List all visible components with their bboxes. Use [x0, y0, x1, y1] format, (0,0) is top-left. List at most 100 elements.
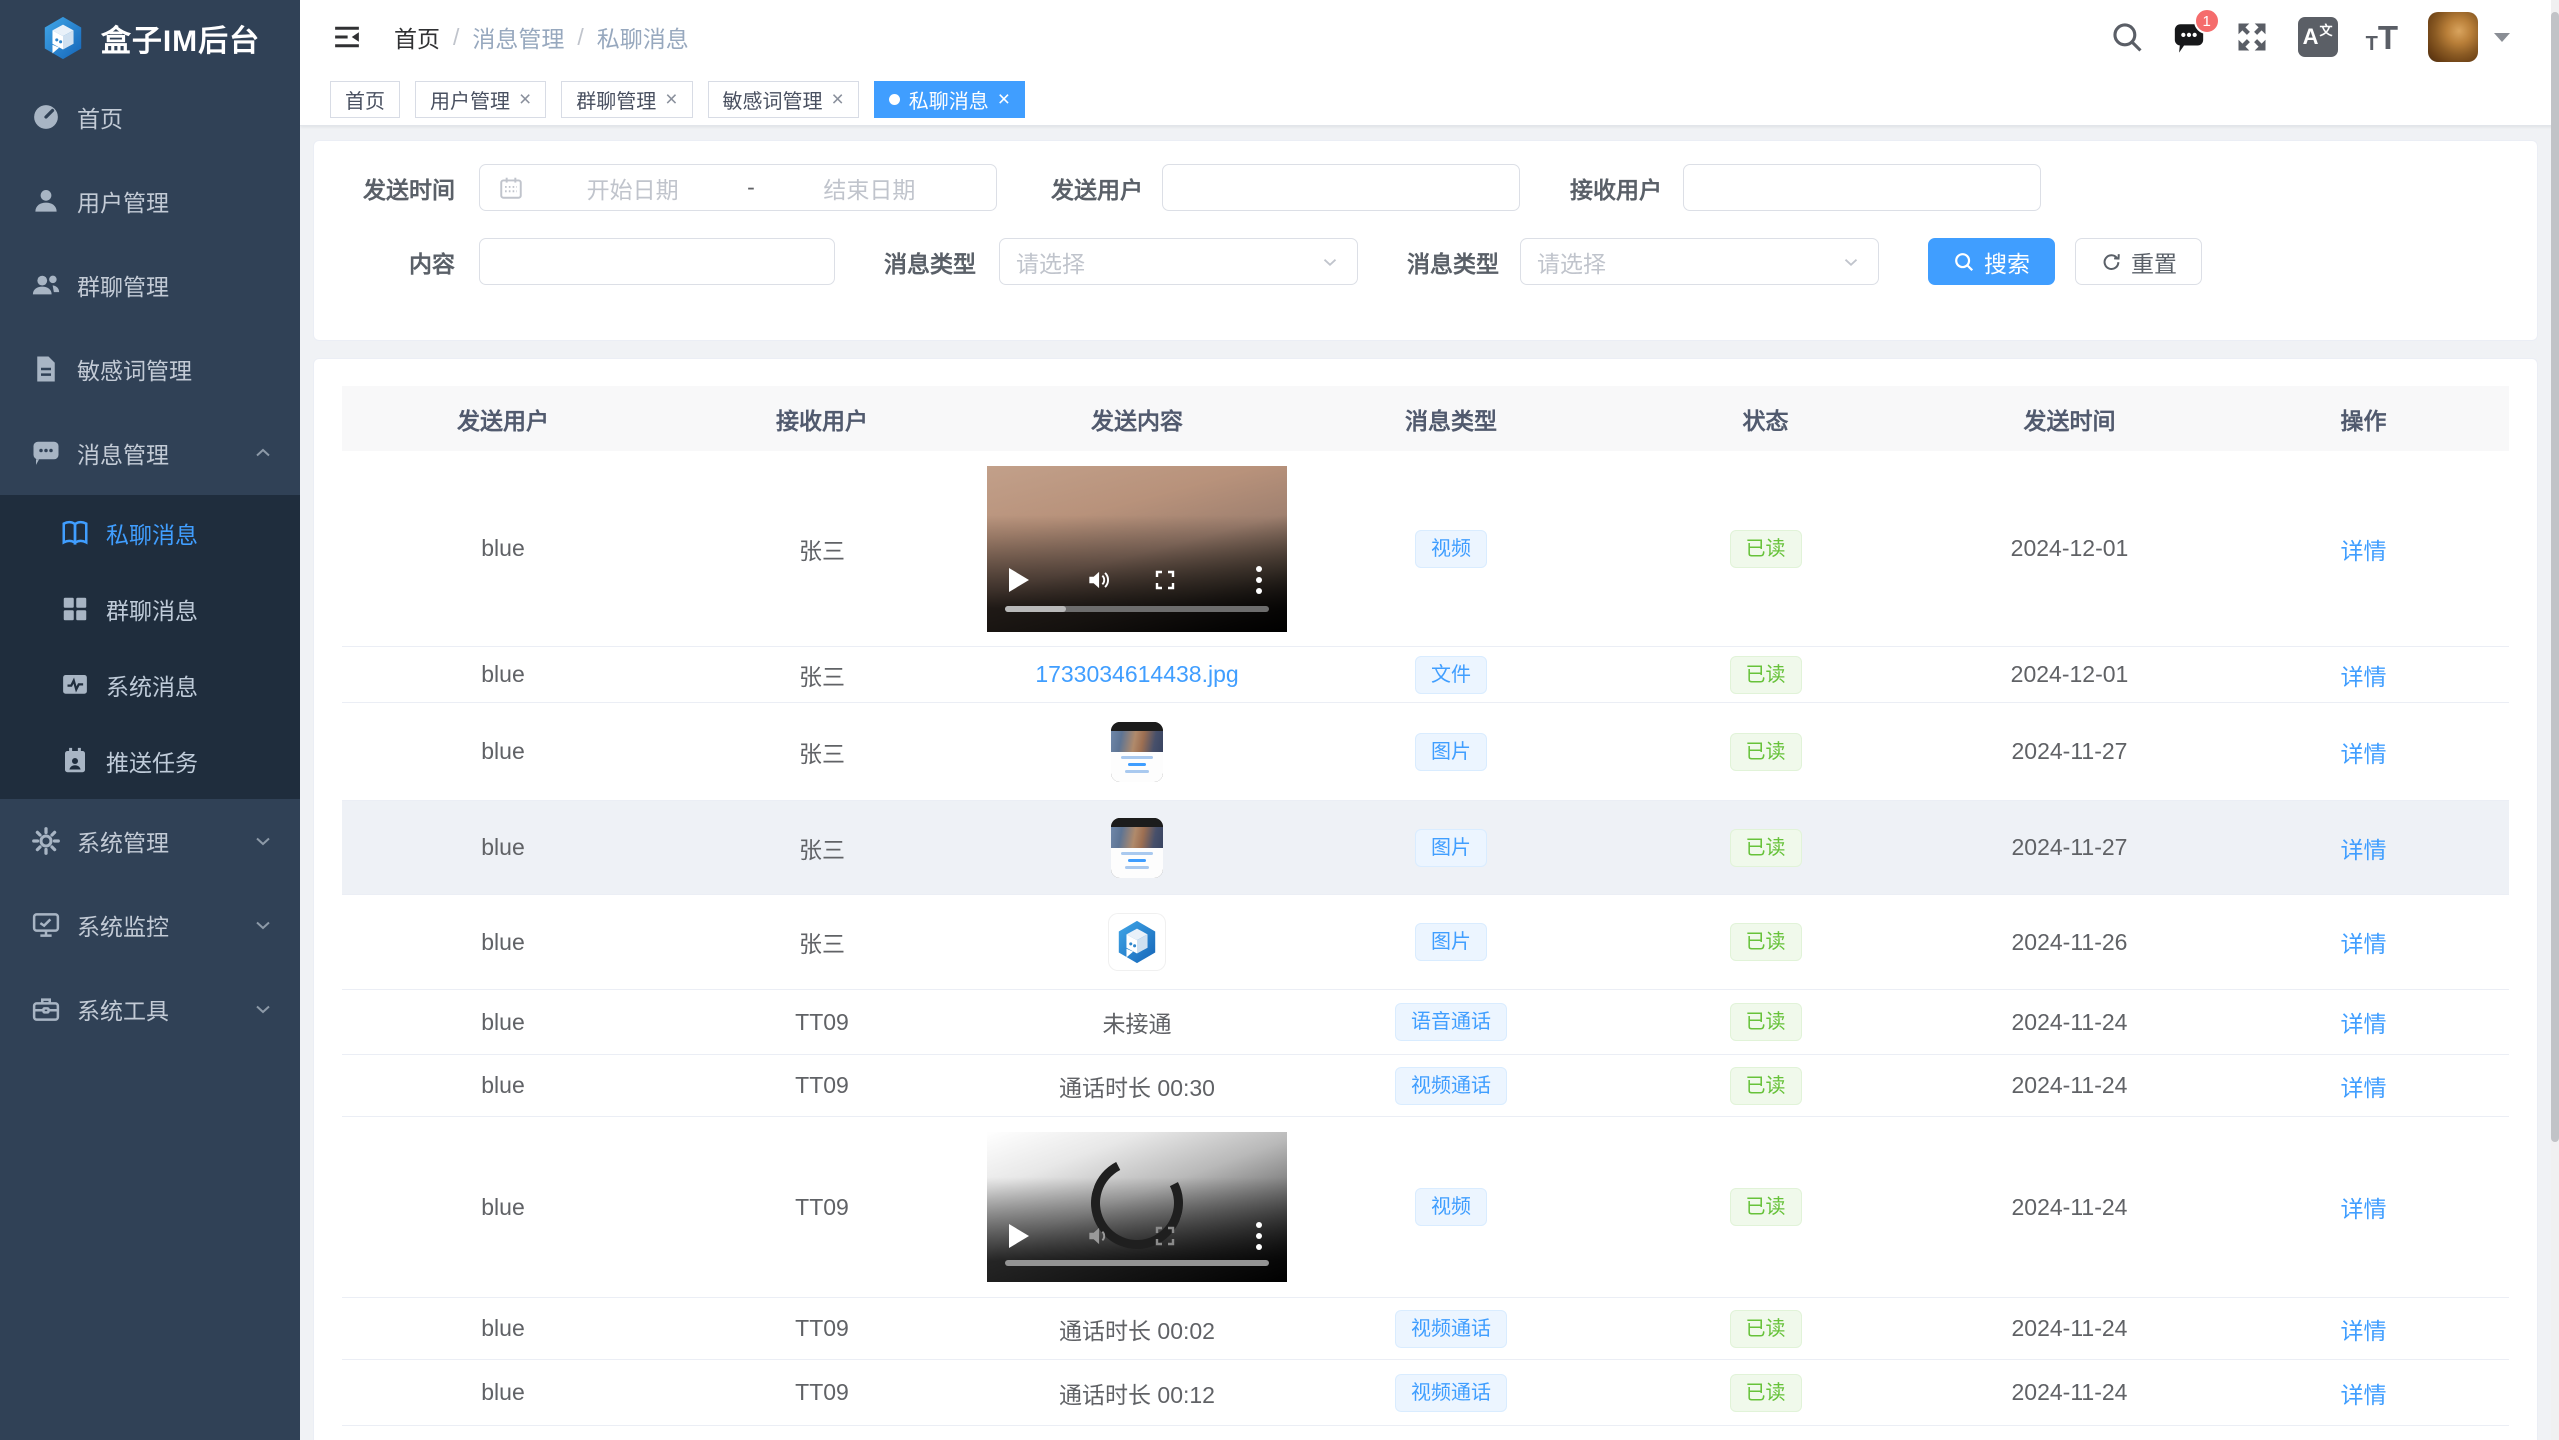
tab-group-management[interactable]: 群聊管理 × [561, 81, 692, 118]
date-range-input[interactable]: 开始日期 - 结束日期 [479, 164, 997, 211]
message-type-tag: 视频 [1415, 1188, 1487, 1226]
sender-input[interactable] [1162, 164, 1520, 211]
cell-sender: blue [342, 834, 664, 861]
cell-send-time: 2024-11-26 [1923, 929, 2216, 956]
sidebar-item-system-messages[interactable]: 系统消息 [0, 647, 300, 723]
close-icon[interactable]: × [832, 89, 844, 110]
tab-private-messages[interactable]: 私聊消息 × [874, 81, 1025, 118]
filter-panel: 发送时间 开始日期 - 结束日期 发送用户 接收用户 内容 消息类型 请选择 [313, 140, 2538, 341]
start-date-placeholder[interactable]: 开始日期 [524, 171, 741, 205]
sidebar-item-label: 首页 [77, 100, 123, 134]
sidebar-item-user-management[interactable]: 用户管理 [0, 159, 300, 243]
language-icon[interactable]: A文 [2298, 17, 2338, 57]
column-header-receiver: 接收用户 [664, 402, 980, 436]
chevron-down-icon [251, 829, 275, 853]
close-icon[interactable]: × [519, 89, 531, 110]
detail-link[interactable]: 详情 [2341, 1376, 2387, 1410]
detail-link[interactable]: 详情 [2341, 831, 2387, 865]
avatar-dropdown-caret-icon[interactable] [2494, 33, 2510, 42]
column-header-action: 操作 [2216, 402, 2511, 436]
cell-receiver: TT09 [664, 1315, 980, 1342]
message-type-select-2[interactable]: 请选择 [1520, 238, 1879, 285]
tab-user-management[interactable]: 用户管理 × [415, 81, 546, 118]
breadcrumb-home[interactable]: 首页 [394, 20, 440, 54]
image-thumbnail[interactable] [1109, 914, 1165, 970]
image-thumbnail[interactable] [1111, 722, 1163, 782]
avatar[interactable] [2428, 12, 2478, 62]
font-size-icon[interactable]: TT [2366, 21, 2398, 54]
detail-link[interactable]: 详情 [2341, 1069, 2387, 1103]
more-options-icon[interactable] [1256, 1222, 1262, 1250]
sidebar-collapse-icon[interactable] [330, 22, 364, 52]
video-player-loading[interactable] [987, 1132, 1287, 1282]
volume-icon[interactable] [1085, 567, 1111, 593]
scrollbar[interactable] [2551, 0, 2559, 1440]
sidebar-item-label: 消息管理 [77, 436, 169, 470]
message-type-tag: 图片 [1415, 829, 1487, 867]
fullscreen-icon[interactable] [2234, 19, 2270, 55]
cell-sender: blue [342, 535, 664, 562]
sidebar-item-private-messages[interactable]: 私聊消息 [0, 495, 300, 571]
detail-link[interactable]: 详情 [2341, 1005, 2387, 1039]
tab-home[interactable]: 首页 [330, 81, 400, 118]
messages-icon[interactable]: 1 [2172, 20, 2206, 54]
detail-link[interactable]: 详情 [2341, 658, 2387, 692]
end-date-placeholder[interactable]: 结束日期 [761, 171, 978, 205]
sidebar-item-group-messages[interactable]: 群聊消息 [0, 571, 300, 647]
detail-link[interactable]: 详情 [2341, 735, 2387, 769]
video-progress-bar[interactable] [1005, 606, 1269, 612]
sidebar-item-label: 用户管理 [77, 184, 169, 218]
tab-label: 群聊管理 [576, 85, 656, 114]
sidebar-item-group-management[interactable]: 群聊管理 [0, 243, 300, 327]
close-icon[interactable]: × [998, 89, 1010, 110]
sidebar-item-system-management[interactable]: 系统管理 [0, 799, 300, 883]
search-icon[interactable] [2110, 20, 2144, 54]
message-type-tag: 视频通话 [1395, 1067, 1507, 1105]
image-thumbnail[interactable] [1111, 818, 1163, 878]
detail-link[interactable]: 详情 [2341, 1312, 2387, 1346]
volume-icon[interactable] [1085, 1223, 1111, 1249]
scrollbar-thumb[interactable] [2551, 12, 2559, 1142]
sidebar-item-push-tasks[interactable]: 推送任务 [0, 723, 300, 799]
sidebar-item-sensitive-words[interactable]: 敏感词管理 [0, 327, 300, 411]
video-fullscreen-icon[interactable] [1153, 1224, 1177, 1248]
status-badge: 已读 [1730, 1188, 1802, 1226]
video-fullscreen-icon[interactable] [1153, 568, 1177, 592]
detail-link[interactable]: 详情 [2341, 1190, 2387, 1224]
sidebar-menu: 首页 用户管理 群聊管理 敏感词管理 消息管理 [0, 75, 300, 1051]
content-input[interactable] [479, 238, 835, 285]
file-link[interactable]: 1733034614438.jpg [1035, 661, 1238, 688]
sidebar-item-system-tools[interactable]: 系统工具 [0, 967, 300, 1051]
tab-sensitive-words[interactable]: 敏感词管理 × [708, 81, 859, 118]
cell-receiver: 张三 [664, 831, 980, 865]
cell-receiver: 张三 [664, 735, 980, 769]
video-progress-bar[interactable] [1005, 1260, 1269, 1266]
cell-content-text: 通话时长 00:30 [980, 1069, 1294, 1103]
cell-send-time: 2024-11-27 [1923, 834, 2216, 861]
sidebar-item-label: 推送任务 [106, 744, 198, 778]
message-count-badge: 1 [2194, 8, 2220, 34]
sidebar-item-home[interactable]: 首页 [0, 75, 300, 159]
sidebar-item-system-monitoring[interactable]: 系统监控 [0, 883, 300, 967]
reset-button[interactable]: 重置 [2075, 238, 2202, 285]
app-logo[interactable]: 盒子IM后台 [0, 0, 300, 75]
close-icon[interactable]: × [665, 89, 677, 110]
detail-link[interactable]: 详情 [2341, 925, 2387, 959]
status-badge: 已读 [1730, 733, 1802, 771]
video-player[interactable] [987, 466, 1287, 632]
play-icon[interactable] [1009, 1224, 1029, 1248]
toolbox-icon [31, 994, 61, 1024]
breadcrumb-current-page: 私聊消息 [597, 20, 689, 54]
sidebar-item-message-management[interactable]: 消息管理 [0, 411, 300, 495]
message-type-tag: 视频通话 [1395, 1310, 1507, 1348]
status-badge: 已读 [1730, 656, 1802, 694]
cell-send-time: 2024-11-24 [1923, 1009, 2216, 1036]
message-type-select-1[interactable]: 请选择 [999, 238, 1358, 285]
search-button[interactable]: 搜索 [1928, 238, 2055, 285]
receiver-input[interactable] [1683, 164, 2041, 211]
receiver-label: 接收用户 [1570, 171, 1662, 205]
table-row: blue TT09 通话时长 00:02 视频通话 已读 2024-11-24 … [342, 1298, 2509, 1360]
more-options-icon[interactable] [1256, 566, 1262, 594]
play-icon[interactable] [1009, 568, 1029, 592]
detail-link[interactable]: 详情 [2341, 532, 2387, 566]
